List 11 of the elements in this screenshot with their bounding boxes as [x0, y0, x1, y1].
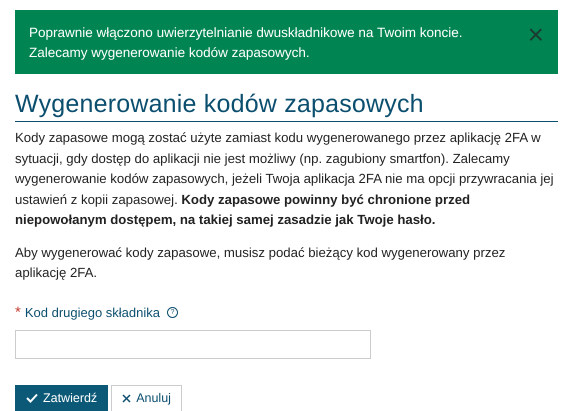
paragraph: Aby wygenerować kody zapasowe, musisz podać bieżący kod wygenerowany przez aplikację 2FA. [15, 244, 506, 282]
close-icon [122, 394, 132, 402]
submit-button[interactable]: Zatwierdź [15, 384, 108, 411]
check-icon [26, 393, 38, 403]
required-mark: * [15, 304, 21, 320]
paragraph: Kody zapasowe mogą zostać użyte zamiast kodu wygenerowanego przez aplikację 2FA w sytuacji, gdy dostęp do aplikacji nie jest możliwy (np. zagubiony smartfon). Zalecamy wygenerowanie kodów zapasowych, jeżeli Twoja aplikacja 2FA nie ma opcji przywracania jej ustawień z kopii zapasowej. Kody zapasowe powinny być chronione przed niepowołanym dostępem, na takiej samej zasadzie jak Twoje hasło. [15, 129, 555, 229]
cancel-button[interactable]: Anuluj [111, 384, 182, 411]
field-label: Kod drugiego składnika [24, 304, 160, 320]
input-field[interactable] [15, 330, 371, 358]
page-heading: Wygenerowanie kodów zapasowych [15, 90, 558, 122]
alert-message: Poprawnie włączono uwierzytelnianie dwuskładnikowe na Twoim koncie. Zalecamy wygenerowanie kodów zapasowych. [29, 24, 464, 62]
